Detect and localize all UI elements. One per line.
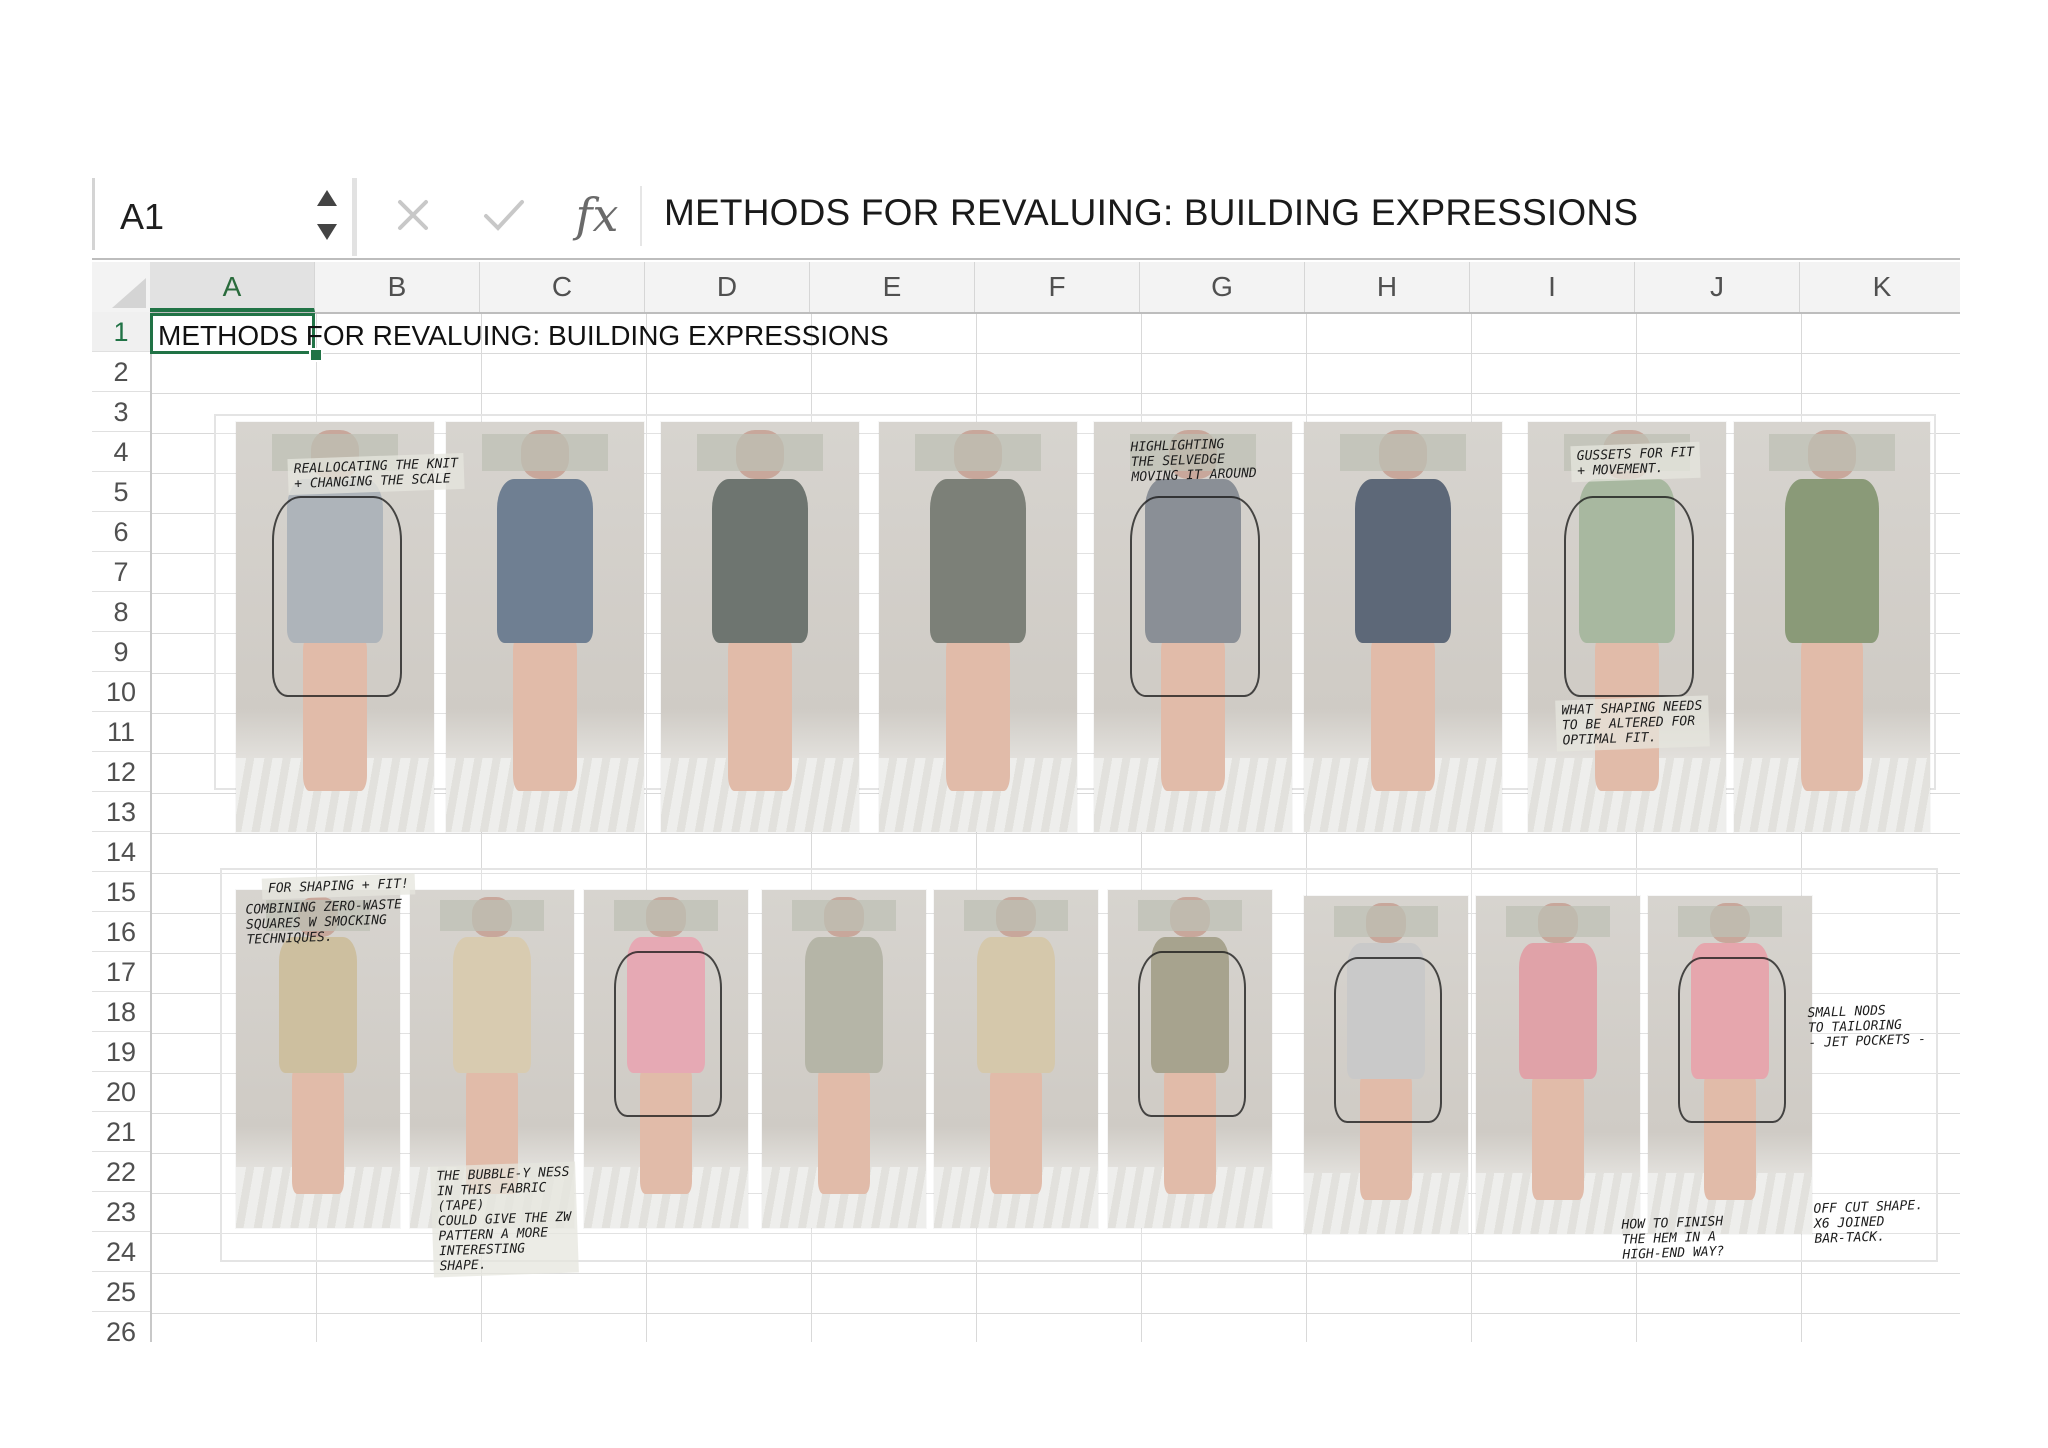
row-header-6[interactable]: 6 <box>92 512 150 552</box>
spreadsheet-grid: ABCDEFGHIJK 1 2 3 4 5 6 7 8 9 10 11 12 13 14 15 16 17 18 1… <box>92 262 1960 1342</box>
row-header-10[interactable]: 10 <box>92 672 150 712</box>
annotation-note: GUSSETS FOR FIT + MOVEMENT. <box>1570 441 1701 483</box>
annotation-note: WHAT SHAPING NEEDS TO BE ALTERED FOR OPT… <box>1555 695 1710 752</box>
row-header-21[interactable]: 21 <box>92 1112 150 1152</box>
garment-photo <box>762 890 926 1228</box>
formula-bar-divider <box>352 178 357 256</box>
row-header-19[interactable]: 19 <box>92 1032 150 1072</box>
garment-photo <box>1648 896 1812 1234</box>
insert-function-button[interactable]: fx <box>567 190 627 240</box>
garment-photo <box>1094 422 1292 832</box>
garment-photo <box>1528 422 1726 832</box>
row-header-24[interactable]: 24 <box>92 1232 150 1272</box>
annotation-note: HIGHLIGHTING THE SELVEDGE MOVING IT AROU… <box>1130 436 1257 486</box>
cancel-button[interactable] <box>388 190 438 240</box>
row-header-7[interactable]: 7 <box>92 552 150 592</box>
row-header-bar: 1 2 3 4 5 6 7 8 9 10 11 12 13 14 15 16 17 18 19 20 21 22 23 24 2… <box>92 312 152 1342</box>
row-header-5[interactable]: 5 <box>92 472 150 512</box>
select-all-button[interactable] <box>92 262 152 314</box>
annotation-note: COMBINING ZERO-WASTE SQUARES W SMOCKING … <box>245 897 403 948</box>
garment-photo <box>661 422 859 832</box>
row-header-1[interactable]: 1 <box>92 312 150 352</box>
garment-photo <box>1304 422 1502 832</box>
annotation-note: THE BUBBLE-Y NESS IN THIS FABRIC (TAPE) … <box>430 1161 579 1278</box>
row-header-26[interactable]: 26 <box>92 1312 150 1342</box>
annotation-note: HOW TO FINISH THE HEM IN A HIGH-END WAY? <box>1621 1214 1725 1263</box>
row-header-4[interactable]: 4 <box>92 432 150 472</box>
column-header-g[interactable]: G <box>1140 262 1305 312</box>
formula-bar-edge <box>92 178 95 250</box>
moodboard-image-bottom: FOR SHAPING + FIT! COMBINING ZERO-WASTE … <box>220 868 1938 1278</box>
row-header-22[interactable]: 22 <box>92 1152 150 1192</box>
formula-bar: A1 fx METHODS FOR REVALUING: BUILDING EX… <box>92 178 1960 260</box>
row-header-16[interactable]: 16 <box>92 912 150 952</box>
name-box-dropdown[interactable] <box>312 184 342 248</box>
column-header-k[interactable]: K <box>1800 262 1960 312</box>
enter-button[interactable] <box>478 190 528 240</box>
garment-photo <box>584 890 748 1228</box>
spinner-down-icon <box>317 224 337 240</box>
row-header-25[interactable]: 25 <box>92 1272 150 1312</box>
row-header-13[interactable]: 13 <box>92 792 150 832</box>
checkmark-icon <box>484 200 524 231</box>
row-header-15[interactable]: 15 <box>92 872 150 912</box>
column-header-c[interactable]: C <box>480 262 645 312</box>
garment-photo <box>446 422 644 832</box>
row-header-23[interactable]: 23 <box>92 1192 150 1232</box>
column-header-e[interactable]: E <box>810 262 975 312</box>
annotation-note: SMALL NODS TO TAILORING - JET POCKETS - <box>1807 1003 1927 1052</box>
row-header-17[interactable]: 17 <box>92 952 150 992</box>
formula-bar-divider-2 <box>640 186 642 246</box>
annotation-note: REALLOCATING THE KNIT + CHANGING THE SCA… <box>287 452 465 496</box>
garment-photo <box>1108 890 1272 1228</box>
garment-photo <box>1304 896 1468 1234</box>
row-header-14[interactable]: 14 <box>92 832 150 872</box>
column-header-b[interactable]: B <box>315 262 480 312</box>
column-header-a[interactable]: A <box>150 262 315 312</box>
column-header-h[interactable]: H <box>1305 262 1470 312</box>
annotation-note: OFF CUT SHAPE. X6 JOINED BAR-TACK. <box>1813 1198 1924 1247</box>
name-box[interactable]: A1 <box>120 196 164 238</box>
row-header-11[interactable]: 11 <box>92 712 150 752</box>
cell-a1[interactable]: METHODS FOR REVALUING: BUILDING EXPRESSI… <box>158 320 889 352</box>
moodboard-image-top: REALLOCATING THE KNIT + CHANGING THE SCA… <box>214 414 1936 832</box>
row-header-12[interactable]: 12 <box>92 752 150 792</box>
fill-handle[interactable] <box>309 348 323 362</box>
column-header-f[interactable]: F <box>975 262 1140 312</box>
row-header-8[interactable]: 8 <box>92 592 150 632</box>
column-header-d[interactable]: D <box>645 262 810 312</box>
garment-photo <box>1476 896 1640 1234</box>
formula-input[interactable]: METHODS FOR REVALUING: BUILDING EXPRESSI… <box>664 192 1638 234</box>
column-header-j[interactable]: J <box>1635 262 1800 312</box>
garment-photo <box>1734 422 1930 832</box>
row-header-2[interactable]: 2 <box>92 352 150 392</box>
spinner-up-icon <box>317 190 337 206</box>
row-header-18[interactable]: 18 <box>92 992 150 1032</box>
garment-photo <box>879 422 1077 832</box>
garment-photo <box>934 890 1098 1228</box>
row-header-20[interactable]: 20 <box>92 1072 150 1112</box>
column-header-i[interactable]: I <box>1470 262 1635 312</box>
row-header-3[interactable]: 3 <box>92 392 150 432</box>
close-icon <box>398 200 428 230</box>
column-header-bar: ABCDEFGHIJK <box>150 262 1960 314</box>
row-header-9[interactable]: 9 <box>92 632 150 672</box>
